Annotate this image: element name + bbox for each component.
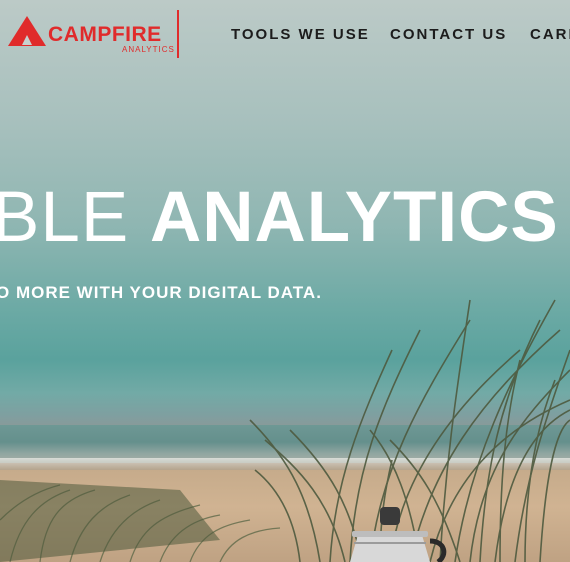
hero-subheadline: O MORE WITH YOUR DIGITAL DATA.: [0, 283, 322, 302]
hero-headline-bold: ANALYTICS: [149, 178, 559, 257]
logo-subtitle: ANALYTICS: [122, 45, 175, 54]
hero-headline-light: BLE: [0, 178, 150, 257]
nav-item-contact-us[interactable]: CONTACT US: [390, 25, 507, 45]
moka-pot-image: [350, 507, 447, 562]
nav-item-tools-we-use[interactable]: TOOLS WE USE: [231, 25, 370, 45]
site-header: CAMPFIRE ANALYTICS TOOLS WE USE CONTACT …: [0, 0, 570, 70]
hero-headline: BLE ANALYTICS: [0, 178, 559, 258]
hero-background-image: [0, 0, 570, 562]
nav-item-careers[interactable]: CARE: [530, 25, 570, 45]
beach-grass-illustration: [0, 299, 570, 562]
main-nav: TOOLS WE USE CONTACT US CARE: [0, 25, 570, 45]
